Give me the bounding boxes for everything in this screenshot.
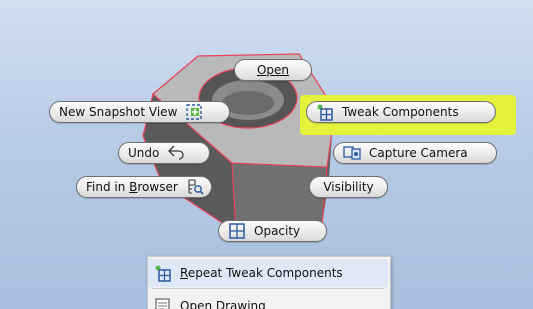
- tweak-small-icon: [154, 264, 172, 282]
- drawing-icon: [154, 297, 172, 309]
- graphics-viewport[interactable]: Open New Snapshot View Tweak Components …: [0, 0, 533, 309]
- capture-camera-icon: [343, 144, 361, 162]
- menu-item-repeat-tweak-components[interactable]: Repeat Tweak Components: [148, 259, 388, 287]
- snapshot-icon: [185, 103, 203, 121]
- undo-arrow-icon: [167, 144, 185, 162]
- open-button[interactable]: Open: [234, 59, 312, 81]
- new-snapshot-view-label: New Snapshot View: [59, 105, 178, 119]
- menu-separator: [152, 288, 384, 289]
- visibility-label: Visibility: [323, 180, 374, 194]
- menu-item-label: Repeat Tweak Components: [180, 266, 343, 280]
- find-in-browser-button[interactable]: Find in Browser: [76, 176, 212, 198]
- capture-camera-button[interactable]: Capture Camera: [333, 142, 497, 164]
- menu-item-open-drawing[interactable]: Open Drawing: [148, 292, 388, 309]
- capture-camera-label: Capture Camera: [369, 146, 468, 160]
- opacity-icon: [228, 222, 246, 240]
- find-browser-icon: [186, 178, 204, 196]
- tweak-components-label: Tweak Components: [342, 105, 459, 119]
- opacity-button[interactable]: Opacity: [218, 220, 327, 242]
- visibility-button[interactable]: Visibility: [309, 176, 388, 198]
- open-label: Open: [256, 63, 290, 77]
- tweak-components-button[interactable]: Tweak Components: [306, 101, 496, 123]
- undo-label: Undo: [128, 146, 160, 160]
- tweak-icon: [316, 103, 334, 121]
- opacity-label: Opacity: [254, 224, 301, 238]
- find-in-browser-label: Find in Browser: [86, 180, 178, 194]
- menu-item-label: Open Drawing: [180, 299, 266, 309]
- new-snapshot-view-button[interactable]: New Snapshot View: [49, 101, 230, 123]
- undo-button[interactable]: Undo: [118, 142, 210, 164]
- context-menu: Repeat Tweak Components Open Drawing: [147, 256, 391, 309]
